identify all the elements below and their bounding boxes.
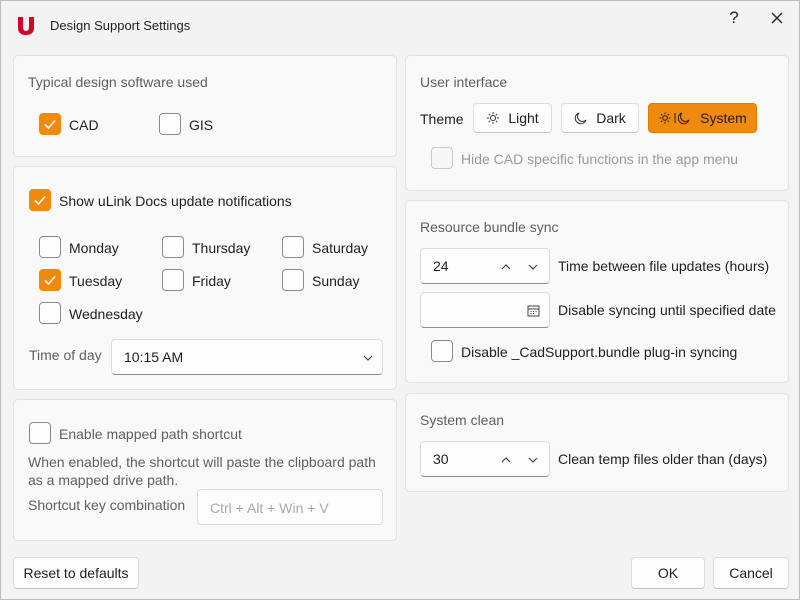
shortcut-key-placeholder: Ctrl + Alt + Win + V [210, 500, 329, 516]
theme-light-label: Light [508, 110, 539, 126]
clean-days-label: Clean temp files older than (days) [558, 451, 768, 467]
hide-cad-checkbox[interactable] [431, 147, 453, 169]
mapped-path-label: Enable mapped path shortcut [59, 426, 242, 442]
shortcut-key-input[interactable]: Ctrl + Alt + Win + V [197, 489, 383, 525]
tuesday-checkbox[interactable] [39, 269, 61, 291]
monday-label: Monday [69, 240, 119, 256]
chevron-up-icon[interactable] [500, 262, 512, 272]
theme-light-button[interactable]: Light [473, 103, 552, 133]
user-interface-card: User interface Theme Light Dark System H… [405, 55, 789, 191]
software-card: Typical design software used CAD GIS [13, 55, 397, 157]
update-hours-value: 24 [433, 258, 449, 274]
settings-dialog: Design Support Settings ? Typical design… [0, 0, 800, 600]
time-of-day-select[interactable]: 10:15 AM [111, 339, 383, 375]
clean-days-value: 30 [433, 451, 449, 467]
resource-sync-title: Resource bundle sync [420, 219, 559, 235]
update-hours-stepper[interactable]: 24 [420, 248, 550, 284]
reset-defaults-button[interactable]: Reset to defaults [13, 557, 139, 589]
disable-until-date-label: Disable syncing until specified date [558, 302, 776, 318]
shortcut-key-label: Shortcut key combination [28, 497, 186, 513]
cad-label: CAD [69, 117, 99, 133]
user-interface-title: User interface [420, 74, 508, 90]
disable-until-date-picker[interactable] [420, 292, 550, 328]
saturday-label: Saturday [312, 240, 369, 256]
help-icon: ? [729, 8, 739, 27]
chevron-up-icon[interactable] [500, 455, 512, 465]
clean-days-stepper[interactable]: 30 [420, 441, 550, 477]
ulink-logo-icon [18, 17, 34, 35]
chevron-down-icon [363, 355, 373, 361]
sunday-label: Sunday [312, 273, 360, 289]
check-icon [34, 195, 46, 206]
system-clean-title: System clean [420, 412, 505, 428]
gis-label: GIS [189, 117, 214, 133]
wednesday-checkbox[interactable] [39, 302, 61, 324]
wednesday-label: Wednesday [69, 306, 143, 322]
moon-icon [574, 111, 588, 125]
thursday-checkbox[interactable] [162, 236, 184, 258]
disable-plugin-sync-checkbox[interactable] [431, 340, 453, 362]
close-button[interactable] [759, 7, 795, 29]
notifications-label: Show uLink Docs update notifications [59, 193, 292, 209]
time-of-day-label: Time of day [29, 347, 102, 363]
check-icon [44, 119, 56, 130]
mapped-path-checkbox[interactable] [29, 422, 51, 444]
theme-label: Theme [420, 111, 464, 127]
window-title: Design Support Settings [50, 18, 191, 33]
sun-moon-icon [658, 111, 692, 125]
close-icon [771, 12, 783, 24]
tuesday-label: Tuesday [69, 273, 123, 289]
software-card-title: Typical design software used [28, 74, 208, 90]
chevron-down-icon[interactable] [527, 455, 539, 465]
notifications-card: Show uLink Docs update notifications Mon… [13, 166, 397, 390]
system-clean-card: System clean 30 Clean temp files older t… [405, 393, 789, 492]
notifications-checkbox[interactable] [29, 189, 51, 211]
friday-checkbox[interactable] [162, 269, 184, 291]
mapped-path-description-line2: as a mapped drive path. [28, 472, 179, 488]
disable-plugin-sync-label: Disable _CadSupport.bundle plug-in synci… [461, 344, 738, 360]
theme-dark-button[interactable]: Dark [561, 103, 639, 133]
mapped-path-description-line1: When enabled, the shortcut will paste th… [28, 454, 376, 470]
theme-dark-label: Dark [596, 110, 626, 126]
sun-icon [486, 111, 500, 125]
title-bar: Design Support Settings ? [1, 1, 799, 47]
update-hours-label: Time between file updates (hours) [558, 258, 770, 274]
thursday-label: Thursday [192, 240, 251, 256]
gis-checkbox[interactable] [159, 113, 181, 135]
ok-button[interactable]: OK [631, 557, 705, 589]
resource-sync-card: Resource bundle sync 24 Time between fil… [405, 200, 789, 383]
monday-checkbox[interactable] [39, 236, 61, 258]
help-button[interactable]: ? [716, 7, 752, 29]
sunday-checkbox[interactable] [282, 269, 304, 291]
cancel-button[interactable]: Cancel [713, 557, 789, 589]
cad-checkbox[interactable] [39, 113, 61, 135]
saturday-checkbox[interactable] [282, 236, 304, 258]
calendar-icon[interactable] [527, 304, 540, 317]
chevron-down-icon[interactable] [527, 262, 539, 272]
check-icon [44, 275, 56, 286]
friday-label: Friday [192, 273, 231, 289]
theme-system-button[interactable]: System [648, 103, 757, 133]
mapped-path-card: Enable mapped path shortcut When enabled… [13, 399, 397, 541]
time-of-day-value: 10:15 AM [124, 349, 184, 365]
hide-cad-label: Hide CAD specific functions in the app m… [461, 151, 739, 167]
theme-system-label: System [700, 110, 747, 126]
